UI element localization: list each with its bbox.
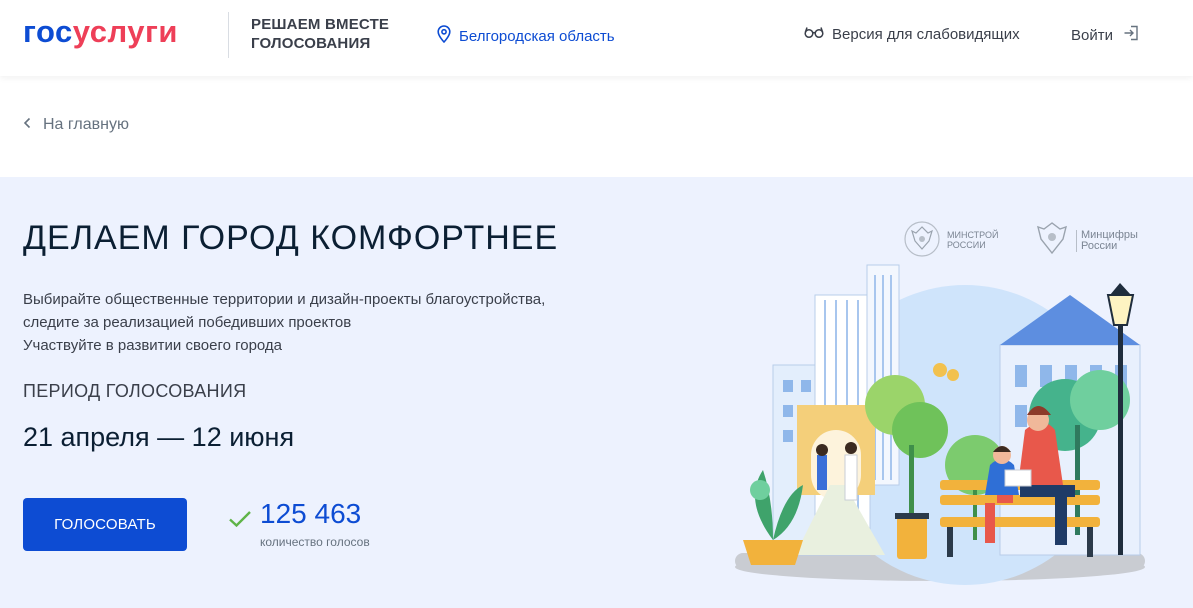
minstroy-line2: РОССИИ: [947, 240, 986, 250]
login-icon: [1123, 25, 1139, 45]
login-button[interactable]: Войти: [1071, 25, 1139, 45]
gosuslugi-logo[interactable]: госуслуги: [23, 16, 178, 48]
project-title-line2: ГОЛОСОВАНИЯ: [251, 35, 371, 52]
location-pin-icon: [437, 25, 451, 47]
hero-title: ДЕЛАЕМ ГОРОД КОМФОРТНЕЕ: [23, 219, 559, 257]
project-title[interactable]: РЕШАЕМ ВМЕСТЕ ГОЛОСОВАНИЯ: [251, 15, 389, 53]
period-dates: 21 апреля — 12 июня: [23, 422, 295, 452]
hero-desc-line3: Участвуйте в развитии своего города: [23, 337, 283, 354]
back-label: На главную: [43, 116, 129, 133]
vote-button[interactable]: ГОЛОСОВАТЬ: [23, 498, 187, 551]
minstroy-line1: МИНСТРОЙ: [947, 230, 999, 240]
vote-count-label: количество голосов: [260, 535, 370, 549]
checkmark-icon: [228, 510, 252, 533]
hero-section: ДЕЛАЕМ ГОРОД КОМФОРТНЕЕ Выбирайте общест…: [0, 177, 1193, 608]
glasses-icon: [804, 25, 824, 43]
region-label: Белгородская область: [459, 27, 615, 45]
logo-part-uslugi: услуги: [72, 14, 178, 49]
accessibility-label: Версия для слабовидящих: [832, 25, 1020, 43]
logo-part-gos: гос: [23, 14, 73, 49]
hero-description: Выбирайте общественные территории и диза…: [23, 288, 545, 357]
login-label: Войти: [1071, 26, 1113, 44]
city-park-illustration: [735, 255, 1145, 590]
period-label: ПЕРИОД ГОЛОСОВАНИЯ: [23, 381, 247, 401]
accessibility-link[interactable]: Версия для слабовидящих: [804, 25, 1020, 43]
vote-count-number: 125 463: [260, 498, 362, 529]
hero-desc-line2: следите за реализацией победивших проект…: [23, 314, 352, 331]
mintsifry-line2: России: [1081, 239, 1118, 252]
site-header: госуслуги РЕШАЕМ ВМЕСТЕ ГОЛОСОВАНИЯ Белг…: [0, 0, 1193, 76]
chevron-left-icon: [23, 116, 31, 134]
project-title-line1: РЕШАЕМ ВМЕСТЕ: [251, 16, 390, 33]
back-to-home-link[interactable]: На главную: [23, 116, 129, 134]
header-divider: [228, 12, 229, 58]
region-selector[interactable]: Белгородская область: [437, 25, 615, 47]
hero-desc-line1: Выбирайте общественные территории и диза…: [23, 291, 546, 308]
mintsifry-line1: Минцифры: [1081, 228, 1138, 241]
